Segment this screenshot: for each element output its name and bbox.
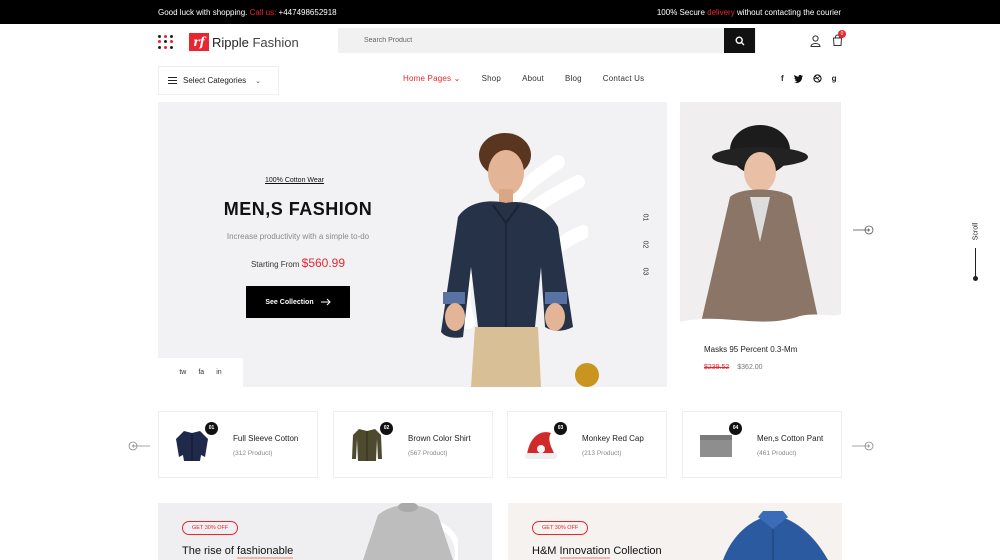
logo-mark: rf <box>189 33 209 51</box>
search-button[interactable] <box>724 28 755 53</box>
menu-item-blog[interactable]: Blog <box>565 74 582 83</box>
see-collection-button[interactable]: See Collection <box>246 286 350 318</box>
logo-text: Ripple Fashion <box>212 35 299 50</box>
discount-tag: GET 30% OFF <box>532 521 589 535</box>
slide-indicator-3[interactable]: 03 <box>641 268 648 276</box>
slide-indicator-1[interactable]: 01 <box>641 214 648 222</box>
grid-menu-icon[interactable] <box>158 35 174 49</box>
phone-link[interactable]: +447498652918 <box>279 8 337 17</box>
logo-name: Ripple <box>212 34 249 50</box>
scroll-label: Scroll <box>972 222 980 241</box>
cart-count-badge: 0 <box>838 30 846 38</box>
header: rf Ripple Fashion 0 <box>0 24 1000 60</box>
side-product-name[interactable]: Masks 95 Percent 0.3-Mm <box>704 345 797 354</box>
category-count: (461 Product) <box>757 450 797 457</box>
logo-suffix: Fashion <box>252 34 299 50</box>
old-price: $239.52 <box>704 364 730 371</box>
delivery-suffix: without contacting the courier <box>736 8 841 17</box>
side-product-prices: $239.52 $362.00 <box>704 364 763 371</box>
categories-label: Select Categories <box>183 76 247 85</box>
share-linkedin[interactable]: in <box>216 369 221 376</box>
hero-share-links: tw fa in <box>158 358 243 387</box>
menu-item-shop[interactable]: Shop <box>482 74 501 83</box>
category-card[interactable]: 03 Monkey Red Cap (213 Product) <box>507 411 667 478</box>
hero-price: $560.99 <box>301 256 346 270</box>
search-icon <box>734 35 744 45</box>
delivery-prefix: 100% Secure <box>656 8 705 17</box>
top-bar: Good luck with shopping. Call us: +44749… <box>0 0 1000 24</box>
next-arrow-icon[interactable] <box>853 225 875 235</box>
social-links: f g <box>781 74 837 83</box>
user-icon[interactable] <box>810 35 821 47</box>
main-nav: Select Categories ⌄ Home Pages ⌄ Shop Ab… <box>0 64 1000 96</box>
prev-category-arrow-icon[interactable] <box>128 441 150 451</box>
promo-title: The rise of fashionable <box>182 545 294 559</box>
promo-banner-innovation[interactable]: GET 30% OFF H&M Innovation Collection <box>508 503 842 560</box>
category-title[interactable]: Full Sleeve Cotton <box>233 434 298 443</box>
side-product-image <box>680 102 841 327</box>
price-prefix: Starting From <box>250 260 300 269</box>
category-card[interactable]: 04 Men,s Cotton Pant (461 Product) <box>682 411 842 478</box>
share-facebook[interactable]: fa <box>198 369 204 376</box>
menu-item-home-pages[interactable]: Home Pages ⌄ <box>403 74 461 83</box>
scroll-indicator[interactable]: Scroll <box>970 220 982 285</box>
category-title[interactable]: Men,s Cotton Pant <box>757 434 823 443</box>
hero-description: Increase productivity with a simple to-d… <box>226 232 370 241</box>
google-icon[interactable]: g <box>832 74 837 83</box>
menu-item-about[interactable]: About <box>522 74 544 83</box>
dribbble-icon[interactable] <box>813 74 822 83</box>
side-product-card[interactable]: Masks 95 Percent 0.3-Mm $239.52 $362.00 <box>680 102 841 387</box>
search-bar <box>338 28 756 53</box>
category-card[interactable]: 02 Brown Color Shirt (567 Product) <box>333 411 493 478</box>
hero-banner: 100% Cotton Wear MEN,S FASHION Increase … <box>158 102 667 387</box>
category-count: (213 Product) <box>582 450 622 457</box>
category-count: (567 Product) <box>408 450 448 457</box>
topbar-delivery: 100% Secure delivery without contacting … <box>657 8 841 17</box>
category-title[interactable]: Brown Color Shirt <box>408 434 471 443</box>
blue-shirt-image <box>723 511 828 560</box>
menu: Home Pages ⌄ Shop About Blog Contact Us <box>403 74 665 83</box>
hamburger-icon <box>168 77 177 84</box>
current-price: $362.00 <box>737 364 763 371</box>
twitter-icon[interactable] <box>793 74 803 83</box>
category-card[interactable]: 01 Full Sleeve Cotton (312 Product) <box>158 411 318 478</box>
hero-title: MEN,S FASHION <box>223 199 373 219</box>
call-label: Call us: <box>249 8 277 17</box>
discount-tag: GET 30% OFF <box>182 521 239 535</box>
greeting-text: Good luck with shopping. <box>158 8 248 17</box>
male-model-image <box>441 133 573 387</box>
hero-price-line: Starting From $560.99 <box>158 256 438 270</box>
slide-pagination: 01 02 03 <box>641 214 649 295</box>
promo-title: H&M Innovation Collection <box>532 545 662 559</box>
categories-dropdown[interactable]: Select Categories ⌄ <box>158 66 279 95</box>
facebook-icon[interactable]: f <box>781 74 784 83</box>
delivery-highlight: delivery <box>707 8 735 17</box>
category-title[interactable]: Monkey Red Cap <box>582 434 644 443</box>
menu-item-contact-us[interactable]: Contact Us <box>603 74 645 83</box>
button-label: See Collection <box>265 298 314 306</box>
category-list: 01 Full Sleeve Cotton (312 Product) 02 B… <box>158 411 842 478</box>
next-category-arrow-icon[interactable] <box>852 441 874 451</box>
topbar-greeting: Good luck with shopping. Call us: +44749… <box>158 8 337 17</box>
category-count: (312 Product) <box>233 450 273 457</box>
arrow-right-icon <box>320 298 331 306</box>
chevron-down-icon: ⌄ <box>255 77 262 85</box>
promo-banner-fashionable[interactable]: GET 30% OFF The rise of fashionable <box>158 503 492 560</box>
logo[interactable]: rf Ripple Fashion <box>189 33 299 51</box>
slide-indicator-2[interactable]: 02 <box>641 241 648 249</box>
gold-coin-badge <box>575 363 599 387</box>
share-twitter[interactable]: tw <box>179 369 186 376</box>
search-input[interactable] <box>338 28 723 53</box>
tshirt-image <box>363 503 458 560</box>
hero-subtitle: 100% Cotton Wear <box>265 177 325 184</box>
